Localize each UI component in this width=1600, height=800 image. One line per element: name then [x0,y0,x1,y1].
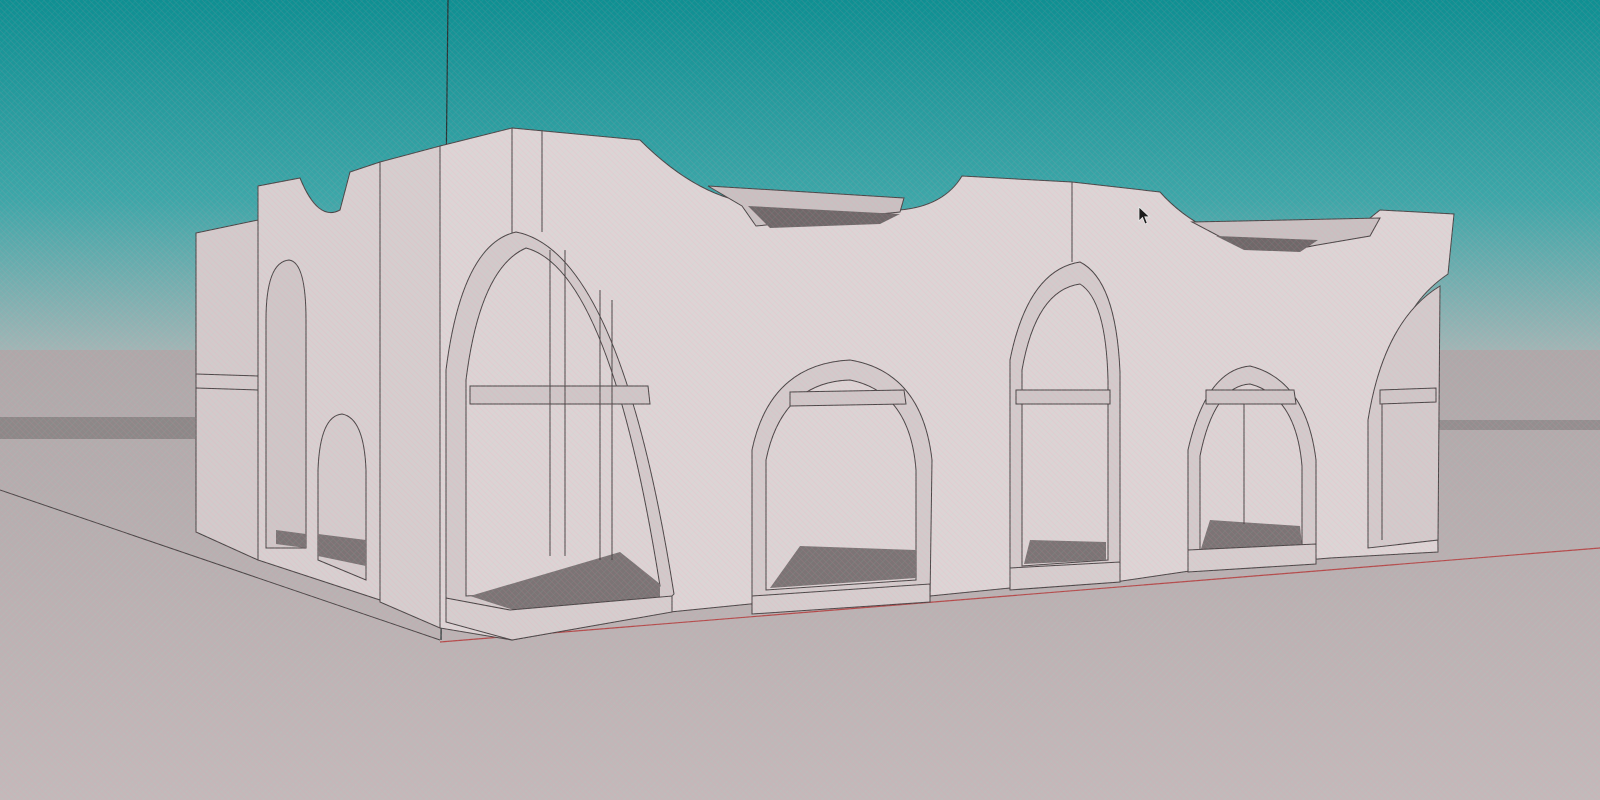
front-arch-3-inner [1021,283,1109,567]
front-arch-5-slab[interactable] [1379,387,1437,405]
horizon-strip-left [0,417,195,439]
left-arch-upper[interactable] [265,259,307,549]
horizon-strip-right [1430,420,1600,430]
front-arch-3-floor [1024,540,1106,564]
front-arch-4-slab[interactable] [1205,389,1297,405]
corner-column[interactable] [379,145,441,629]
front-arch-3-slab[interactable] [1015,389,1111,405]
modeling-viewport[interactable] [0,0,1600,800]
3d-scene[interactable] [0,0,1600,800]
front-arch-1-slab[interactable] [469,385,651,405]
front-arch-2-slab[interactable] [789,389,907,407]
